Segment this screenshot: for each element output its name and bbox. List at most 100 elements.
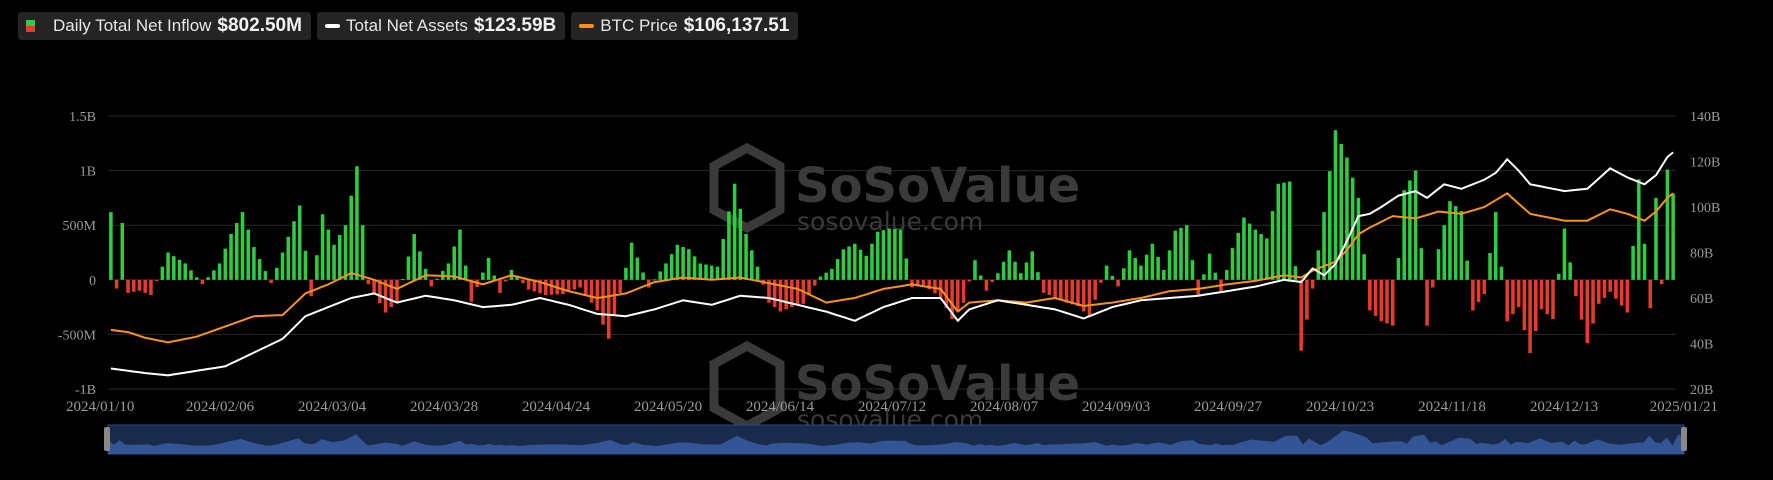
y-right-tick: 40B bbox=[1690, 338, 1713, 353]
inflow-bar bbox=[223, 248, 228, 280]
inflow-bar bbox=[1099, 279, 1103, 283]
inflow-bar bbox=[595, 279, 600, 311]
x-tick: 2024/06/14 bbox=[746, 399, 815, 415]
inflow-bar bbox=[1545, 279, 1550, 315]
inflow-bar bbox=[601, 279, 605, 325]
inflow-bar bbox=[360, 225, 365, 280]
y-right-tick: 20B bbox=[1690, 383, 1713, 398]
inflow-bar bbox=[904, 258, 909, 280]
inflow-bar bbox=[1213, 272, 1218, 280]
inflow-bar bbox=[389, 279, 394, 308]
inflow-bar bbox=[337, 235, 342, 280]
inflow-bar bbox=[418, 251, 422, 280]
inflow-bar bbox=[1202, 274, 1206, 280]
inflow-bar bbox=[194, 277, 199, 280]
inflow-bar bbox=[435, 278, 439, 280]
inflow-bar bbox=[1505, 279, 1509, 322]
y-right-tick: 60B bbox=[1690, 292, 1713, 307]
inflow-bar bbox=[1385, 279, 1389, 324]
inflow-bar bbox=[1556, 273, 1561, 280]
y-left-tick: 0 bbox=[89, 274, 96, 289]
inflow-bar bbox=[1001, 261, 1006, 280]
inflow-bar bbox=[303, 250, 308, 280]
inflow-bar bbox=[320, 214, 325, 280]
inflow-bar bbox=[172, 256, 176, 280]
inflow-bar bbox=[292, 221, 296, 280]
inflow-bar bbox=[1224, 269, 1229, 280]
inflow-bar bbox=[1499, 266, 1504, 280]
inflow-bar bbox=[1242, 217, 1246, 280]
inflow-bar bbox=[1173, 230, 1178, 280]
inflow-bar bbox=[1133, 257, 1137, 280]
inflow-bar bbox=[166, 252, 170, 280]
inflow-bar bbox=[217, 263, 222, 280]
inflow-bar bbox=[120, 223, 125, 280]
inflow-bar bbox=[269, 279, 273, 284]
inflow-bar bbox=[1247, 223, 1252, 280]
inflow-bar bbox=[750, 250, 754, 280]
inflow-bar bbox=[544, 279, 548, 296]
inflow-bar bbox=[275, 267, 279, 280]
inflow-bar bbox=[154, 279, 159, 281]
watermark-brand: SoSoValue bbox=[795, 158, 1080, 214]
x-tick: 2024/03/04 bbox=[298, 399, 367, 415]
inflow-bar bbox=[1276, 183, 1281, 280]
inflow-bar bbox=[1064, 279, 1069, 303]
inflow-bar bbox=[698, 263, 703, 280]
inflow-bar bbox=[326, 229, 331, 280]
inflow-bar bbox=[1127, 250, 1132, 280]
inflow-bar bbox=[458, 229, 462, 280]
x-tick: 2024/02/06 bbox=[186, 399, 255, 415]
navigator-right-handle bbox=[1681, 427, 1687, 451]
inflow-bar bbox=[1436, 249, 1441, 280]
inflow-bar bbox=[263, 271, 268, 280]
inflow-bar bbox=[1637, 179, 1641, 280]
inflow-bar bbox=[675, 244, 680, 280]
inflow-bar bbox=[1568, 262, 1572, 280]
inflow-bar bbox=[1596, 279, 1601, 304]
inflow-bar bbox=[257, 259, 262, 280]
inflow-bar bbox=[1253, 229, 1258, 280]
inflow-bar bbox=[1614, 279, 1618, 299]
sosovalue-logo-icon bbox=[709, 142, 785, 234]
inflow-bar bbox=[1471, 279, 1475, 311]
inflow-bar bbox=[572, 279, 577, 290]
inflow-bar bbox=[812, 279, 817, 286]
inflow-bar bbox=[996, 273, 1000, 280]
inflow-bar bbox=[137, 279, 142, 291]
inflow-bar bbox=[349, 195, 353, 280]
inflow-bar bbox=[240, 212, 245, 280]
inflow-bar bbox=[1602, 279, 1607, 298]
x-tick: 2024/09/27 bbox=[1194, 399, 1263, 415]
inflow-bar bbox=[1270, 211, 1275, 280]
inflow-bar bbox=[1018, 273, 1023, 280]
inflow-bar bbox=[727, 211, 731, 280]
inflow-bar bbox=[1162, 269, 1166, 280]
x-tick: 2024/10/23 bbox=[1306, 399, 1374, 415]
inflow-bar bbox=[1493, 212, 1498, 280]
inflow-bar bbox=[549, 279, 554, 295]
inflow-bar bbox=[664, 263, 668, 280]
inflow-bar bbox=[1156, 256, 1160, 280]
inflow-bar bbox=[395, 279, 399, 302]
inflow-bar bbox=[853, 243, 857, 280]
inflow-bar bbox=[1591, 279, 1595, 324]
inflow-bar bbox=[446, 263, 451, 280]
inflow-bar bbox=[1282, 182, 1286, 280]
inflow-bar bbox=[755, 266, 760, 280]
inflow-bar bbox=[1413, 170, 1418, 280]
y-left-tick: 1B bbox=[80, 165, 96, 180]
inflow-bar bbox=[1425, 279, 1429, 326]
inflow-bar bbox=[893, 229, 897, 280]
inflow-bar bbox=[406, 256, 411, 280]
x-tick: 2024/04/24 bbox=[522, 399, 591, 415]
inflow-bar bbox=[131, 279, 136, 292]
inflow-bar bbox=[1459, 211, 1464, 280]
inflow-bar bbox=[1310, 279, 1315, 289]
inflow-bar bbox=[1259, 233, 1263, 280]
inflow-bar bbox=[521, 279, 525, 284]
inflow-bar bbox=[1402, 190, 1406, 280]
inflow-bar bbox=[1207, 253, 1212, 280]
inflow-bar bbox=[1539, 279, 1544, 310]
inflow-bar bbox=[212, 270, 216, 280]
